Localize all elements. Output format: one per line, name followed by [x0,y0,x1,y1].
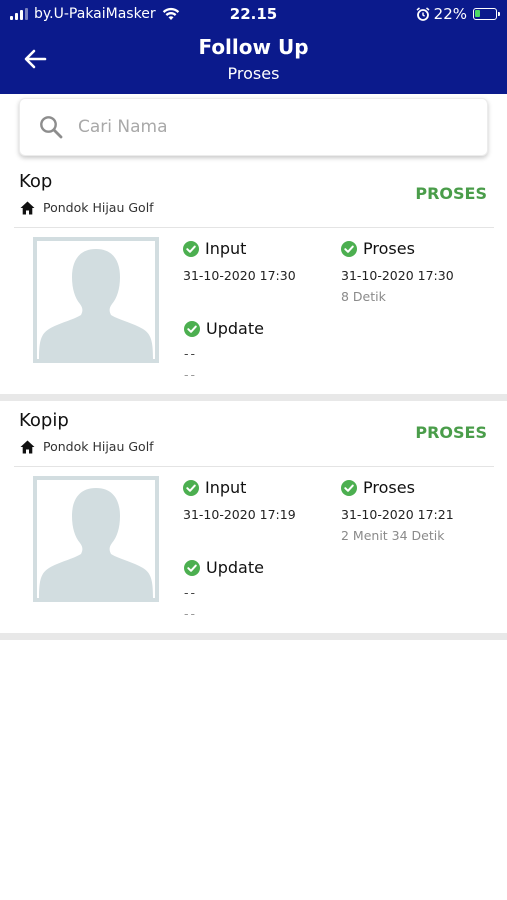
proses-duration: 8 Detik [341,289,386,304]
avatar [33,237,159,363]
page-title: Follow Up [198,35,309,59]
location-label: Pondok Hijau Golf [43,200,154,215]
input-label: Input [205,239,247,258]
proses-field: Proses 31-10-2020 17:21 2 Menit 34 Detik [341,478,454,543]
check-circle-icon [184,320,200,337]
follow-up-card[interactable]: Kop Pondok Hijau Golf PROSES Input 31-10… [0,160,507,394]
divider [14,227,494,228]
input-field: Input 31-10-2020 17:30 [183,239,296,283]
proses-time: 31-10-2020 17:30 [341,268,454,283]
location: Pondok Hijau Golf [20,200,154,215]
person-placeholder-icon [37,241,155,359]
update-label: Update [206,319,264,338]
check-circle-icon [183,479,199,496]
app-header: by.U-PakaiMasker 22.15 22% Follow Up Pro… [0,0,507,94]
search-icon [40,116,63,139]
battery-percent: 22% [433,5,467,23]
divider [14,466,494,467]
proses-time: 31-10-2020 17:21 [341,507,454,522]
avatar [33,476,159,602]
location: Pondok Hijau Golf [20,439,154,454]
battery-icon [473,8,500,20]
follow-up-card[interactable]: Kopip Pondok Hijau Golf PROSES Input 31-… [0,399,507,633]
customer-name: Kop [19,171,53,192]
status-badge: PROSES [415,184,487,203]
input-field: Input 31-10-2020 17:19 [183,478,296,522]
search-input[interactable] [78,117,458,137]
proses-field: Proses 31-10-2020 17:30 8 Detik [341,239,454,304]
check-circle-icon [184,559,200,576]
location-label: Pondok Hijau Golf [43,439,154,454]
status-badge: PROSES [415,423,487,442]
status-bar: by.U-PakaiMasker 22.15 22% [0,0,507,28]
update-duration: -- [184,606,198,621]
update-value: -- [184,346,198,361]
card-separator [0,633,507,640]
update-field: Update -- -- [184,558,264,621]
input-time: 31-10-2020 17:30 [183,268,296,283]
home-icon [20,201,35,214]
update-duration: -- [184,367,198,382]
customer-name: Kopip [19,410,69,431]
update-value: -- [184,585,198,600]
update-field: Update -- -- [184,319,264,382]
check-circle-icon [341,240,357,257]
status-right: 22% [416,5,500,23]
check-circle-icon [183,240,199,257]
input-time: 31-10-2020 17:19 [183,507,296,522]
page-subtitle: Proses [227,64,280,83]
update-label: Update [206,558,264,577]
proses-label: Proses [363,478,415,497]
search-box[interactable] [19,98,488,156]
proses-duration: 2 Menit 34 Detik [341,528,445,543]
home-icon [20,440,35,453]
check-circle-icon [341,479,357,496]
proses-label: Proses [363,239,415,258]
input-label: Input [205,478,247,497]
alarm-icon [416,7,430,21]
person-placeholder-icon [37,480,155,598]
